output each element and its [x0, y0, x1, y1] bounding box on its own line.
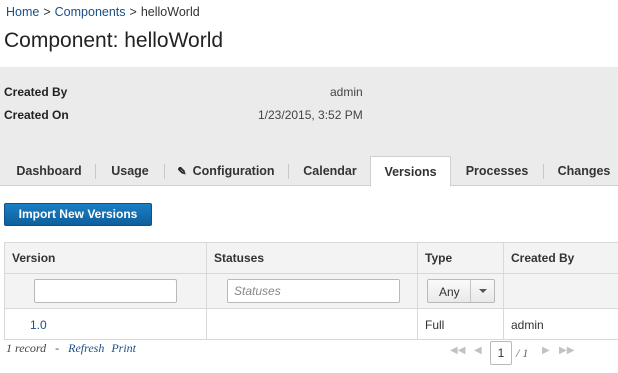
breadcrumb-current: helloWorld	[140, 5, 200, 19]
filter-cell	[5, 274, 207, 308]
statuses-filter-input[interactable]	[227, 279, 400, 303]
page-title: Component: helloWorld	[4, 29, 224, 52]
tab-divider	[543, 164, 544, 179]
version-link[interactable]: 1.0	[30, 318, 47, 332]
breadcrumb: Home > Components > helloWorld	[6, 5, 200, 19]
record-count: 1 record	[6, 341, 47, 355]
tab-bar: Dashboard Usage ✎ Configuration Calendar …	[0, 156, 618, 187]
type-filter-value: Any	[439, 285, 460, 299]
created-on-label: Created On	[4, 108, 69, 122]
version-filter-input[interactable]	[34, 279, 177, 303]
last-page-icon[interactable]: ▶▶	[559, 345, 574, 356]
page-total: / 1	[516, 346, 529, 360]
print-link[interactable]: Print	[111, 341, 136, 355]
import-new-versions-button[interactable]: Import New Versions	[4, 203, 152, 226]
filter-cell	[504, 274, 618, 308]
pencil-icon: ✎	[177, 166, 187, 178]
breadcrumb-components-link[interactable]: Components	[55, 5, 126, 19]
tab-versions[interactable]: Versions	[370, 156, 451, 187]
info-panel: Created By admin Created On 1/23/2015, 3…	[0, 67, 618, 156]
tab-processes[interactable]: Processes	[452, 156, 542, 186]
tab-label: Dashboard	[16, 164, 82, 178]
breadcrumb-separator: >	[129, 5, 137, 19]
tab-label: Processes	[465, 164, 529, 178]
tab-label: Versions	[384, 165, 437, 179]
previous-page-icon[interactable]: ◀	[474, 345, 482, 356]
table-footer: 1 record - Refresh Print	[6, 341, 136, 356]
versions-table: Version Statuses Type Created By Any 1.0…	[4, 242, 618, 340]
dropdown-button	[470, 280, 494, 302]
tab-changes[interactable]: Changes	[545, 156, 618, 186]
footer-separator: -	[55, 341, 60, 355]
column-header-version[interactable]: Version	[5, 243, 207, 273]
column-header-type[interactable]: Type	[418, 243, 504, 273]
tab-calendar[interactable]: Calendar	[289, 156, 371, 186]
tab-configuration[interactable]: ✎ Configuration	[165, 156, 287, 186]
column-header-created-by[interactable]: Created By	[504, 243, 618, 273]
table-filter-row: Any	[5, 274, 618, 309]
table-cell-statuses	[207, 309, 418, 339]
created-by-label: Created By	[4, 85, 68, 99]
breadcrumb-separator: >	[43, 5, 51, 19]
tab-label: Calendar	[303, 164, 357, 178]
type-value: Full	[425, 318, 445, 332]
table-cell-type: Full	[418, 309, 504, 339]
breadcrumb-home-link[interactable]: Home	[6, 5, 39, 19]
type-filter-select[interactable]: Any	[427, 279, 495, 303]
created-by-value: admin	[511, 318, 544, 332]
next-page-icon[interactable]: ▶	[542, 345, 550, 356]
tab-label: Usage	[111, 164, 149, 178]
refresh-link[interactable]: Refresh	[68, 341, 104, 355]
chevron-down-icon	[479, 289, 487, 293]
created-by-value: admin	[330, 85, 363, 99]
page-number-input[interactable]: 1	[490, 341, 512, 365]
first-page-icon[interactable]: ◀◀	[450, 345, 465, 356]
tab-label: Changes	[557, 164, 611, 178]
table-header-row: Version Statuses Type Created By	[5, 243, 618, 274]
created-on-value: 1/23/2015, 3:52 PM	[258, 108, 363, 122]
table-cell-version: 1.0	[5, 309, 207, 339]
filter-cell	[207, 274, 418, 308]
tab-dashboard[interactable]: Dashboard	[4, 156, 94, 186]
table-row: 1.0 Full admin	[5, 309, 618, 340]
tab-usage[interactable]: Usage	[96, 156, 164, 186]
tab-label: Configuration	[192, 164, 275, 178]
column-header-statuses[interactable]: Statuses	[207, 243, 418, 273]
table-cell-created-by: admin	[504, 309, 618, 339]
filter-cell: Any	[418, 274, 504, 308]
